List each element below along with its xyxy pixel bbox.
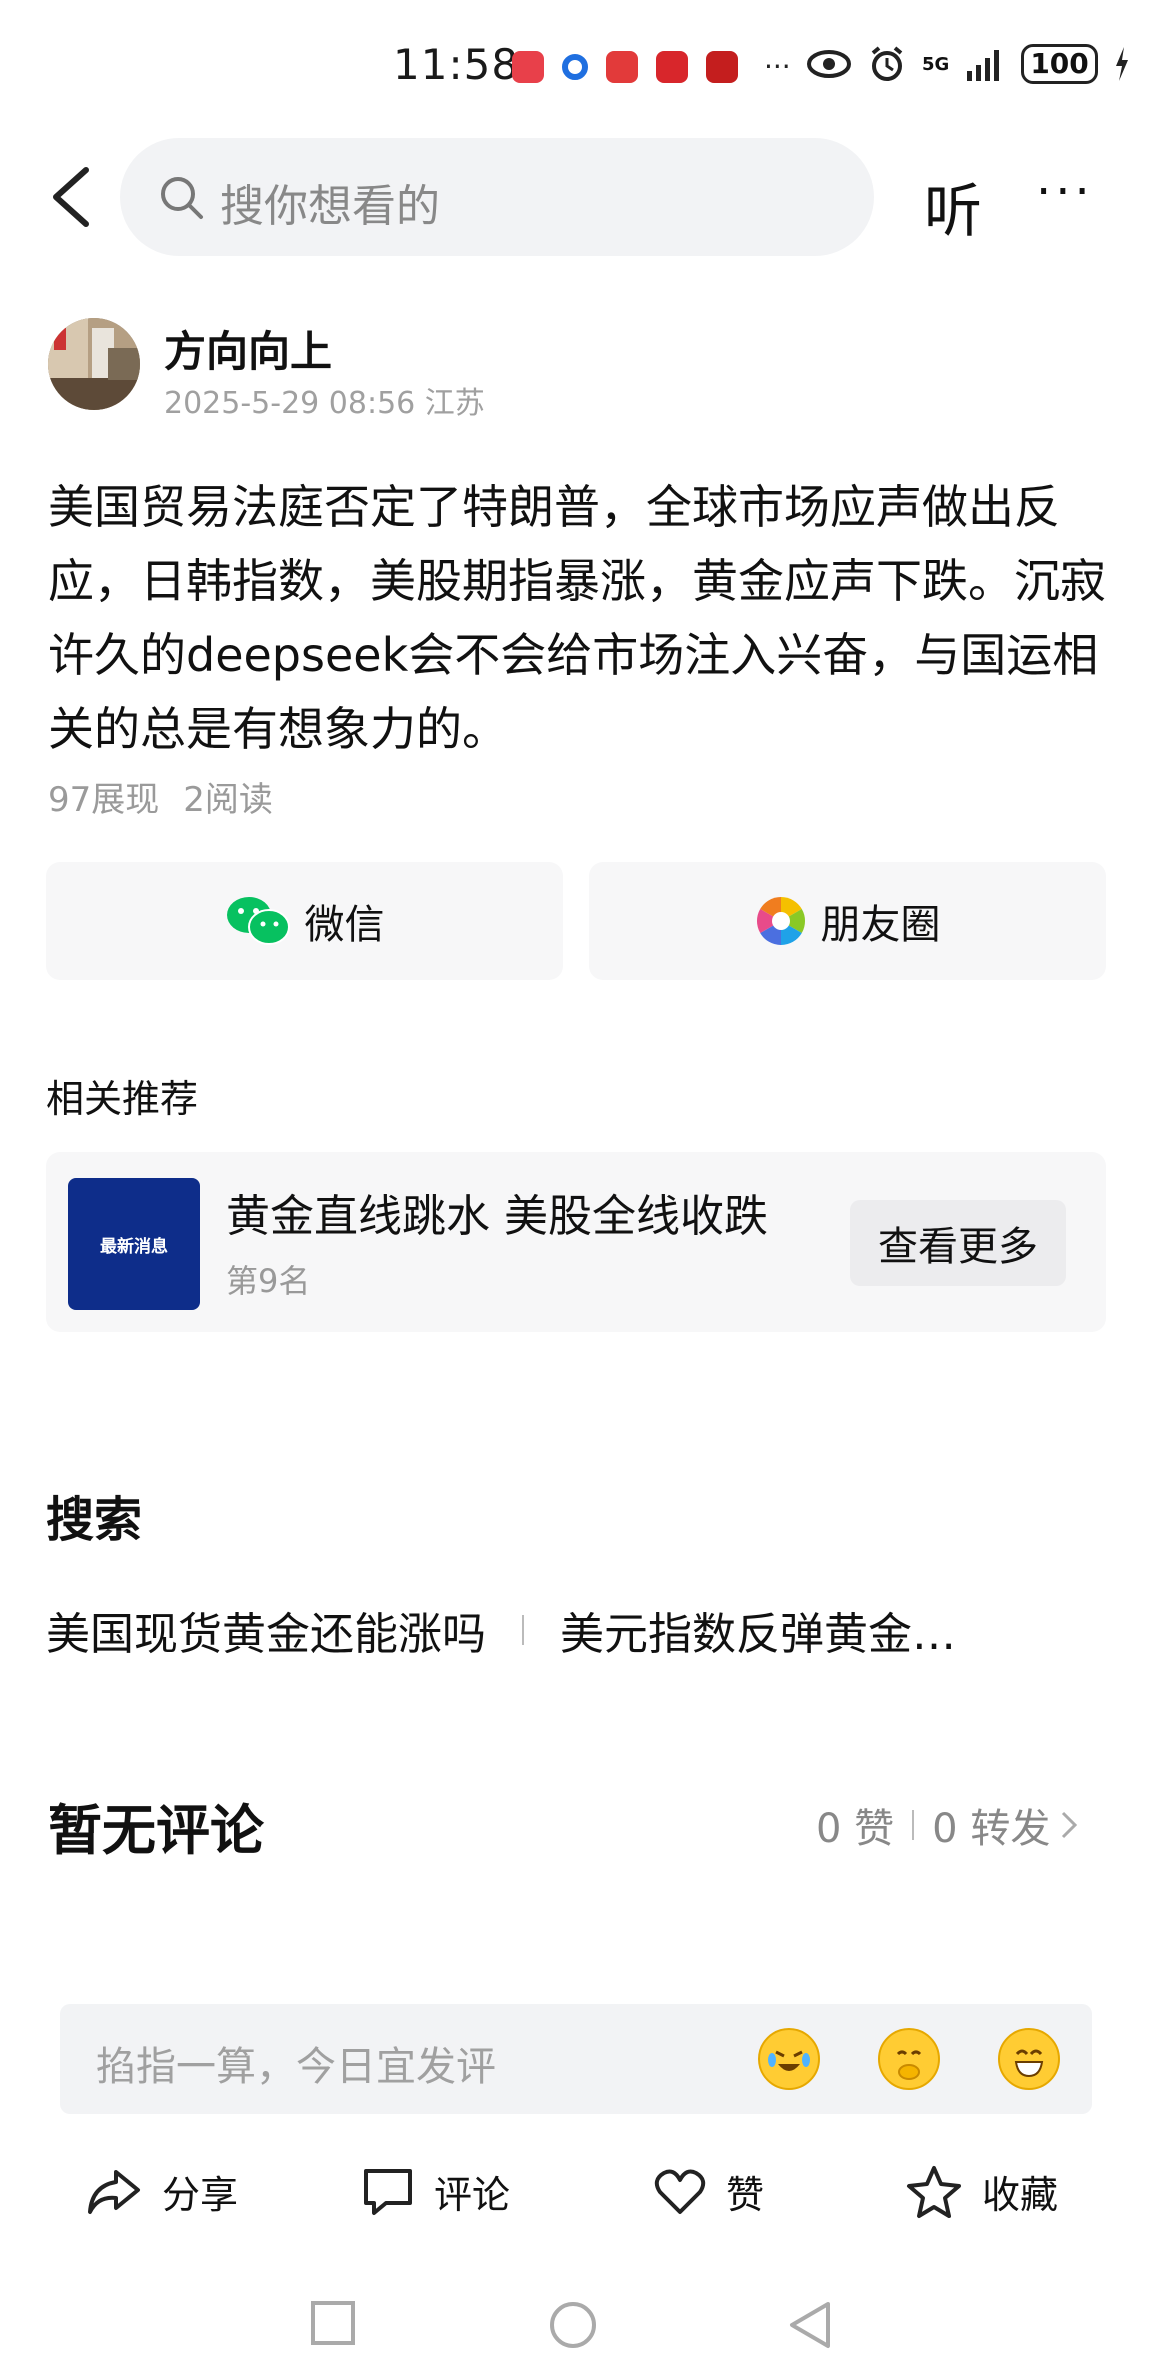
related-article-rank: 第9名 <box>226 1262 311 1300</box>
likes-count: 0 赞 <box>816 1806 895 1852</box>
home-icon[interactable] <box>548 2300 598 2350</box>
divider <box>522 1615 524 1645</box>
post-content: 美国贸易法庭否定了特朗普，全球市场应声做出反应，日韩指数，美股期指暴涨，黄金应声… <box>48 480 1106 756</box>
eye-icon <box>807 50 851 78</box>
avatar-image <box>48 318 140 410</box>
bottom-action-bar: 分享 评论 赞 收藏 <box>0 2144 1152 2244</box>
reads-count: 2阅读 <box>183 780 273 820</box>
shy-giggle-emoji-icon[interactable] <box>878 2028 940 2090</box>
more-options-button[interactable]: ··· <box>1036 164 1094 220</box>
favorite-button[interactable]: 收藏 <box>906 2164 1058 2219</box>
search-placeholder: 搜你想看的 <box>220 181 440 232</box>
battery-indicator: 100 <box>1021 44 1098 84</box>
wechat-icon <box>226 897 290 945</box>
post-stats: 97展现 2阅读 <box>48 772 273 821</box>
back-arrow-icon[interactable] <box>46 166 96 228</box>
like-button[interactable]: 赞 <box>654 2164 764 2219</box>
related-article-title[interactable]: 黄金直线跳水 美股全线收跌 <box>226 1180 768 1244</box>
thumbnail-text: 最新消息 <box>100 1236 168 1257</box>
share-wechat-button[interactable]: 微信 <box>46 862 563 980</box>
grinning-emoji-icon[interactable] <box>998 2028 1060 2090</box>
search-suggestions: 美国现货黄金还能涨吗 美元指数反弹黄金… <box>46 1598 1106 1662</box>
share-wechat-label: 微信 <box>304 902 385 948</box>
related-article-thumbnail: 最新消息 <box>68 1178 200 1310</box>
search-suggestion[interactable]: 美元指数反弹黄金… <box>560 1598 956 1662</box>
huawei-app-icon <box>606 50 638 83</box>
view-more-button[interactable]: 查看更多 <box>850 1200 1066 1286</box>
share-moments-button[interactable]: 朋友圈 <box>589 862 1106 980</box>
network-type-label: 5G <box>922 53 950 75</box>
heart-icon <box>654 2169 706 2214</box>
star-icon <box>907 2165 961 2218</box>
listen-button[interactable]: 听 <box>924 164 982 248</box>
recent-apps-icon[interactable] <box>310 2300 356 2346</box>
status-time: 11:58 <box>393 40 520 89</box>
app-notification-icon <box>562 53 588 80</box>
like-label: 赞 <box>726 2173 765 2217</box>
back-triangle-icon[interactable] <box>788 2300 832 2350</box>
engagement-stats[interactable]: 0 赞 0 转发 <box>816 1796 1078 1854</box>
share-button[interactable]: 分享 <box>86 2164 238 2219</box>
signal-icon <box>967 50 1000 81</box>
divider <box>912 1810 915 1840</box>
impressions-count: 97展现 <box>48 780 160 820</box>
alarm-icon <box>871 46 903 81</box>
author-avatar[interactable] <box>48 318 140 410</box>
status-bar: 11:58 ··· 5G 100 <box>0 0 1152 130</box>
search-section-title: 搜索 <box>46 1492 143 1548</box>
top-nav: 搜你想看的 听 ··· <box>0 136 1152 258</box>
comment-icon <box>364 2168 412 2215</box>
related-section-title: 相关推荐 <box>46 1077 199 1121</box>
comments-title: 暂无评论 <box>48 1799 264 1862</box>
share-moments-label: 朋友圈 <box>820 902 941 948</box>
charging-icon <box>1115 47 1128 81</box>
chevron-right-icon <box>1062 1811 1078 1839</box>
share-label: 分享 <box>162 2173 239 2217</box>
status-indicators: 5G 100 <box>806 44 1130 84</box>
stock-app-icon <box>656 50 688 83</box>
share-arrow-icon <box>88 2169 140 2214</box>
search-suggestion[interactable]: 美国现货黄金还能涨吗 <box>46 1598 486 1662</box>
comment-placeholder: 掐指一算，今日宜发评 <box>96 2044 496 2090</box>
post-meta: 2025-5-29 08:56 江苏 <box>164 386 485 421</box>
laughing-crying-emoji-icon[interactable] <box>758 2028 820 2090</box>
forwards-count: 0 转发 <box>932 1806 1051 1852</box>
share-row: 微信 朋友圈 <box>46 862 1106 980</box>
app-notification-icon <box>512 50 544 83</box>
author-name[interactable]: 方向向上 <box>164 318 332 379</box>
search-icon <box>161 177 203 219</box>
related-article-card[interactable]: 最新消息 黄金直线跳水 美股全线收跌 第9名 查看更多 <box>46 1152 1106 1332</box>
comment-input[interactable]: 掐指一算，今日宜发评 <box>60 2004 1092 2114</box>
comment-label: 评论 <box>434 2173 511 2217</box>
search-bar[interactable]: 搜你想看的 <box>120 138 874 256</box>
favorite-label: 收藏 <box>982 2173 1059 2217</box>
comment-button[interactable]: 评论 <box>362 2164 510 2219</box>
notification-icons: ··· <box>512 50 791 83</box>
more-notifications-icon: ··· <box>764 50 791 83</box>
moments-icon <box>756 897 805 945</box>
system-navigation-bar <box>0 2276 1152 2376</box>
news-app-icon <box>706 50 738 83</box>
